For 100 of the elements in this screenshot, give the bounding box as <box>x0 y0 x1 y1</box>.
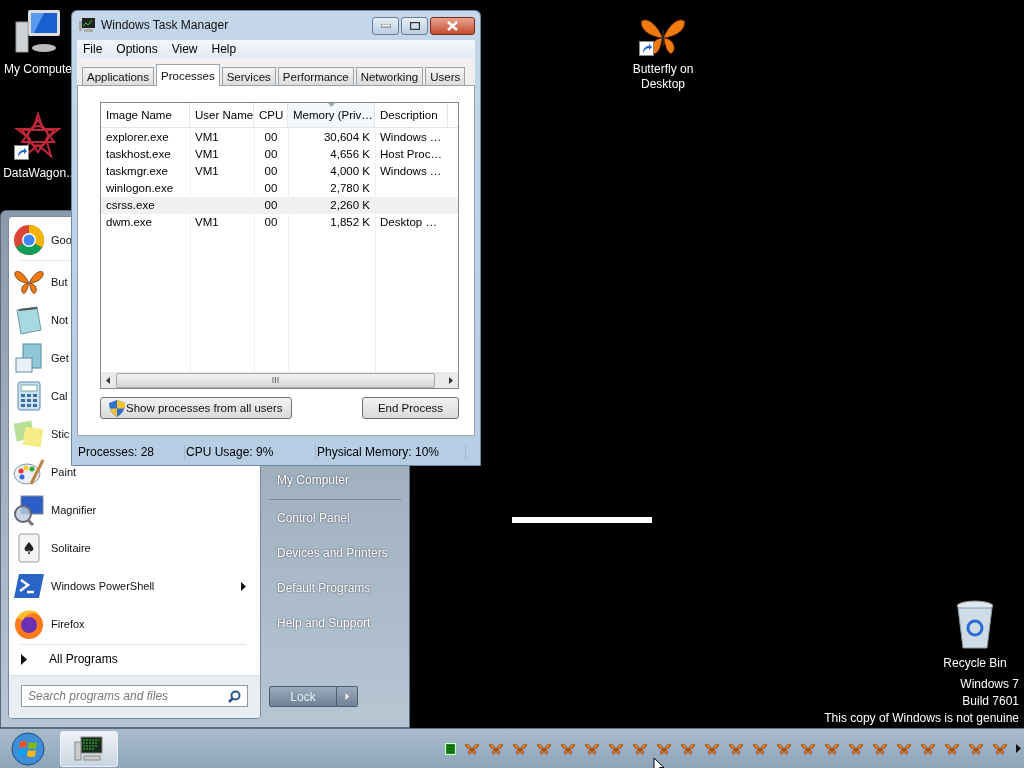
tab[interactable]: Networking <box>355 67 424 86</box>
notepad-icon <box>13 304 45 336</box>
table-cell: taskhost.exe <box>106 148 171 161</box>
process-row[interactable]: taskhost.exe VM1 00 4,656 K Host Proc… <box>101 146 458 164</box>
table-cell: 1,852 K <box>330 216 370 229</box>
powershell-icon <box>13 572 45 600</box>
taskbar-button[interactable] <box>60 730 118 767</box>
scroll-right-arrow-icon[interactable] <box>449 376 453 384</box>
program-item[interactable]: Paint <box>13 453 77 491</box>
search-icon <box>228 689 241 703</box>
search-field[interactable]: Search programs and files <box>21 685 248 707</box>
table-cell: 30,604 K <box>323 131 370 144</box>
sort-arrow-icon <box>328 103 335 108</box>
menu-item[interactable]: File <box>77 41 111 56</box>
chrome-icon <box>13 224 45 256</box>
desktop-icon-label[interactable]: My Compute <box>4 62 72 77</box>
program-item[interactable]: Cal <box>13 377 68 415</box>
tab[interactable]: Performance <box>277 67 354 86</box>
task-manager-icon <box>79 18 95 33</box>
start-orb-icon <box>11 731 45 766</box>
table-cell: 2,260 K <box>330 199 370 212</box>
table-cell: Host Proc… <box>380 148 442 161</box>
horizontal-scrollbar[interactable] <box>101 372 458 389</box>
menu-item[interactable]: Options <box>110 41 166 56</box>
table-cell: VM1 <box>195 148 219 161</box>
program-item[interactable]: Stic <box>13 415 70 453</box>
column-header[interactable]: Image Name <box>101 103 190 128</box>
table-cell: 00 <box>264 148 278 161</box>
table-cell: winlogon.exe <box>106 182 174 195</box>
magnifier-icon <box>13 494 45 526</box>
table-cell: dwm.exe <box>106 216 153 229</box>
program-item[interactable]: Not <box>13 301 69 339</box>
table-cell: Windows … <box>380 165 442 178</box>
scroll-left-arrow-icon[interactable] <box>106 376 110 384</box>
scrollbar-thumb[interactable] <box>116 372 435 388</box>
tab[interactable]: Users <box>425 67 466 86</box>
table-cell: 00 <box>264 182 278 195</box>
all-programs-item[interactable]: All Programs <box>13 647 254 671</box>
maximize-button[interactable] <box>401 17 428 35</box>
menu-item[interactable]: Help <box>205 41 245 56</box>
desktop-notice-text: This copy of Windows is not genuine <box>824 710 1019 727</box>
process-row[interactable]: explorer.exe VM1 00 30,604 K Windows … <box>101 129 458 147</box>
tray-overflow-arrow-icon[interactable] <box>1016 744 1021 753</box>
status-text: Processes: 28 <box>78 445 155 460</box>
table-cell: 00 <box>264 165 278 178</box>
table-cell: VM1 <box>195 131 219 144</box>
column-header[interactable]: Memory (Priv… <box>288 103 375 128</box>
desktop-icon-label[interactable]: Butterfly on Desktop <box>624 62 702 92</box>
star-emblem-icon[interactable] <box>14 112 62 160</box>
end-process-button[interactable]: End Process <box>362 397 459 420</box>
tray-monitor-icon[interactable] <box>445 742 456 755</box>
document-icon <box>13 342 45 374</box>
table-cell: taskmgr.exe <box>106 165 168 178</box>
table-cell: Windows … <box>380 131 442 144</box>
close-icon <box>447 21 458 31</box>
computer-icon[interactable] <box>14 8 62 56</box>
arrow-icon <box>344 692 350 701</box>
table-cell: 00 <box>264 199 278 212</box>
program-item[interactable]: Magnifier <box>13 491 97 529</box>
table-cell: 00 <box>264 216 278 229</box>
table-cell: VM1 <box>195 165 219 178</box>
process-row[interactable]: taskmgr.exe VM1 00 4,000 K Windows … <box>101 163 458 181</box>
shield-icon <box>109 399 125 417</box>
process-row[interactable]: csrss.exe 00 2,260 K <box>101 197 458 215</box>
sticky-notes-icon <box>13 418 45 450</box>
tab[interactable]: Applications <box>82 67 154 86</box>
process-row[interactable]: winlogon.exe 00 2,780 K <box>101 180 458 198</box>
program-item[interactable]: Firefox <box>13 605 85 643</box>
column-header[interactable]: Description <box>375 103 448 128</box>
window-title: Windows Task Manager <box>101 18 230 33</box>
table-cell: explorer.exe <box>106 131 169 144</box>
maximize-icon <box>409 22 420 30</box>
table-cell: 00 <box>264 131 278 144</box>
butterfly-icon <box>13 269 45 295</box>
column-header[interactable]: User Name <box>190 103 254 128</box>
close-button[interactable] <box>430 17 475 35</box>
desktop-icon-label[interactable]: DataWagon.. <box>3 166 73 181</box>
desktop-notice-text: Windows 7 <box>960 676 1019 693</box>
butterfly-icon[interactable] <box>639 16 687 56</box>
table-cell: 4,000 K <box>330 165 370 178</box>
table-cell: csrss.exe <box>106 199 155 212</box>
table-cell: 4,656 K <box>330 148 370 161</box>
desktop-icon-label[interactable]: Recycle Bin <box>943 656 1007 671</box>
program-item[interactable]: Solitaire <box>13 529 91 567</box>
process-row[interactable]: dwm.exe VM1 00 1,852 K Desktop … <box>101 214 458 232</box>
program-item[interactable]: Goo <box>13 221 72 259</box>
program-item[interactable]: Get <box>13 339 69 377</box>
table-cell: Desktop … <box>380 216 437 229</box>
table-cell: 2,780 K <box>330 182 370 195</box>
desktop-notice-text: Build 7601 <box>962 693 1019 710</box>
menu-item[interactable]: View <box>165 41 206 56</box>
recycle-bin-icon[interactable] <box>955 600 995 650</box>
shutdown-options-button[interactable] <box>337 686 358 707</box>
status-text: Physical Memory: 10% <box>317 445 440 460</box>
tab[interactable]: Processes <box>156 64 220 87</box>
tab[interactable]: Services <box>221 67 276 86</box>
program-item[interactable]: But <box>13 263 68 301</box>
show-all-processes-button[interactable]: Show processes from all users <box>100 397 292 420</box>
table-cell: VM1 <box>195 216 219 229</box>
program-item[interactable]: Windows PowerShell <box>13 567 254 605</box>
